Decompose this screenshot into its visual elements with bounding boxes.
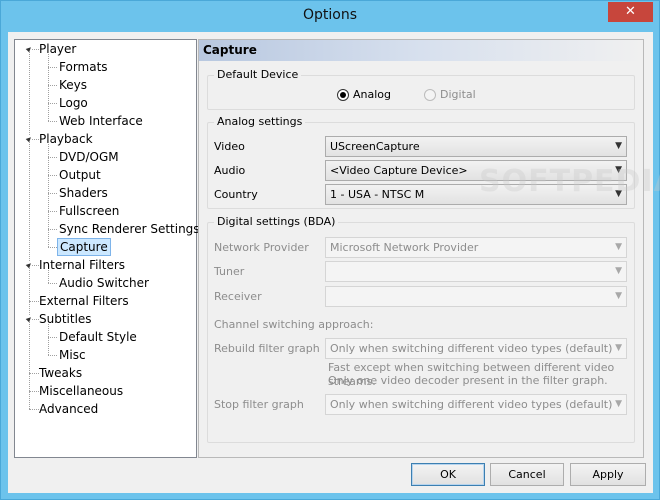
tree-item-default-style[interactable]: Default Style — [15, 328, 196, 346]
tree-item-label: Formats — [59, 60, 108, 74]
network-provider-label: Network Provider — [214, 241, 309, 254]
tree-item-miscellaneous[interactable]: Miscellaneous — [15, 382, 196, 400]
tree-item-label: Output — [59, 168, 101, 182]
default-device-group-title: Default Device — [214, 68, 302, 82]
tree-item-label: Misc — [59, 348, 86, 362]
tree-item-label: Keys — [59, 78, 88, 92]
apply-button[interactable]: Apply — [570, 463, 646, 486]
tree-item-label: Logo — [59, 96, 88, 110]
rebuild-filter-graph-label: Rebuild filter graph — [214, 342, 320, 355]
tree-item-formats[interactable]: Formats — [15, 58, 196, 76]
stop-filter-graph-label: Stop filter graph — [214, 398, 304, 411]
digital-settings-group-title: Digital settings (BDA) — [214, 215, 339, 229]
tree-item-playback[interactable]: Playback — [15, 130, 196, 148]
tree-item-misc[interactable]: Misc — [15, 346, 196, 364]
cancel-button[interactable]: Cancel — [490, 463, 564, 486]
title-bar[interactable]: Options ✕ — [1, 1, 659, 32]
default-device-group: Default Device Analog Digital — [207, 68, 635, 110]
country-select-value: 1 - USA - NTSC M — [330, 188, 425, 201]
chevron-down-icon: ▼ — [615, 291, 622, 301]
network-provider-select[interactable]: Microsoft Network Provider ▼ — [325, 237, 627, 258]
tree-item-label: Internal Filters — [39, 258, 126, 272]
tree-item-label: Web Interface — [59, 114, 143, 128]
tree-item-label: Capture — [57, 238, 111, 256]
tree-item-internal-filters[interactable]: Internal Filters — [15, 256, 196, 274]
receiver-select[interactable]: ▼ — [325, 286, 627, 307]
analog-settings-group: Analog settings Video UScreenCapture ▼ A… — [207, 115, 635, 209]
rebuild-filter-graph-value: Only when switching different video type… — [330, 342, 613, 355]
tree-item-capture[interactable]: Capture — [15, 238, 196, 256]
tree-item-keys[interactable]: Keys — [15, 76, 196, 94]
tuner-label: Tuner — [214, 265, 245, 278]
digital-radio[interactable] — [424, 89, 436, 101]
tree-item-dvd-ogm[interactable]: DVD/OGM — [15, 148, 196, 166]
options-window: Options ✕ ▲ Player Formats Keys Logo Web Inte… — [0, 0, 660, 500]
tree-item-label: Playback — [39, 132, 93, 146]
tree-item-logo[interactable]: Logo — [15, 94, 196, 112]
tree-item-sync-renderer-settings[interactable]: Sync Renderer Settings — [15, 220, 200, 238]
tree-item-tweaks[interactable]: Tweaks — [15, 364, 196, 382]
close-icon: ✕ — [625, 4, 636, 19]
tree-item-label: DVD/OGM — [59, 150, 119, 164]
tree-item-label: Fullscreen — [59, 204, 120, 218]
video-select[interactable]: UScreenCapture ▼ — [325, 136, 627, 157]
audio-select-value: <Video Capture Device> — [330, 164, 468, 177]
tree-item-label: Subtitles — [39, 312, 92, 326]
receiver-label: Receiver — [214, 290, 262, 303]
options-tree[interactable]: ▲ Player Formats Keys Logo Web Interface ▲ Play… — [14, 39, 200, 458]
country-label: Country — [214, 188, 258, 201]
tree-item-label: Tweaks — [39, 366, 83, 380]
tree-item-label: Player — [39, 42, 77, 56]
panel-title: Capture — [199, 40, 643, 61]
tree-item-label: Shaders — [59, 186, 108, 200]
tree-item-label: External Filters — [39, 294, 129, 308]
tree-item-label: Audio Switcher — [59, 276, 149, 290]
settings-panel: Capture Default Device Analog Digital An… — [198, 39, 660, 458]
analog-radio-label[interactable]: Analog — [353, 88, 391, 102]
stop-filter-graph-value: Only when switching different video type… — [330, 398, 613, 411]
tree-item-output[interactable]: Output — [15, 166, 196, 184]
tree-item-web-interface[interactable]: Web Interface — [15, 112, 196, 130]
tuner-select[interactable]: ▼ — [325, 261, 627, 282]
tree-item-label: Sync Renderer Settings — [59, 222, 200, 236]
tree-item-advanced[interactable]: Advanced — [15, 400, 196, 418]
network-provider-value: Microsoft Network Provider — [330, 241, 479, 254]
ok-button[interactable]: OK — [411, 463, 485, 486]
chevron-down-icon: ▼ — [615, 242, 622, 252]
video-label: Video — [214, 140, 245, 153]
stop-filter-graph-select[interactable]: Only when switching different video type… — [325, 394, 627, 415]
chevron-down-icon: ▼ — [615, 165, 622, 175]
rebuild-note-line-2: Only one video decoder present in the fi… — [328, 374, 608, 387]
close-button[interactable]: ✕ — [608, 2, 653, 22]
rebuild-filter-graph-select[interactable]: Only when switching different video type… — [325, 338, 627, 359]
window-title: Options — [302, 7, 358, 23]
video-select-value: UScreenCapture — [330, 140, 420, 153]
chevron-down-icon: ▼ — [615, 189, 622, 199]
tree-item-subtitles[interactable]: Subtitles — [15, 310, 196, 328]
tree-item-external-filters[interactable]: External Filters — [15, 292, 196, 310]
digital-settings-group: Digital settings (BDA) Network Provider … — [207, 215, 635, 443]
chevron-down-icon: ▼ — [615, 399, 622, 409]
tree-item-audio-switcher[interactable]: Audio Switcher — [15, 274, 196, 292]
channel-switching-label: Channel switching approach: — [214, 318, 374, 331]
country-select[interactable]: 1 - USA - NTSC M ▼ — [325, 184, 627, 205]
tree-item-label: Advanced — [39, 402, 99, 416]
audio-label: Audio — [214, 164, 246, 177]
analog-settings-group-title: Analog settings — [214, 115, 306, 129]
analog-radio[interactable] — [337, 89, 349, 101]
tree-item-label: Default Style — [59, 330, 137, 344]
dialog-client-area: ▲ Player Formats Keys Logo Web Interface ▲ Play… — [8, 32, 660, 493]
chevron-down-icon: ▼ — [615, 266, 622, 276]
tree-item-label: Miscellaneous — [39, 384, 124, 398]
tree-item-shaders[interactable]: Shaders — [15, 184, 196, 202]
chevron-down-icon: ▼ — [615, 343, 622, 353]
tree-item-fullscreen[interactable]: Fullscreen — [15, 202, 196, 220]
audio-select[interactable]: <Video Capture Device> ▼ — [325, 160, 627, 181]
digital-radio-label[interactable]: Digital — [440, 88, 476, 102]
tree-item-player[interactable]: Player — [15, 40, 196, 58]
chevron-down-icon: ▼ — [615, 141, 622, 151]
